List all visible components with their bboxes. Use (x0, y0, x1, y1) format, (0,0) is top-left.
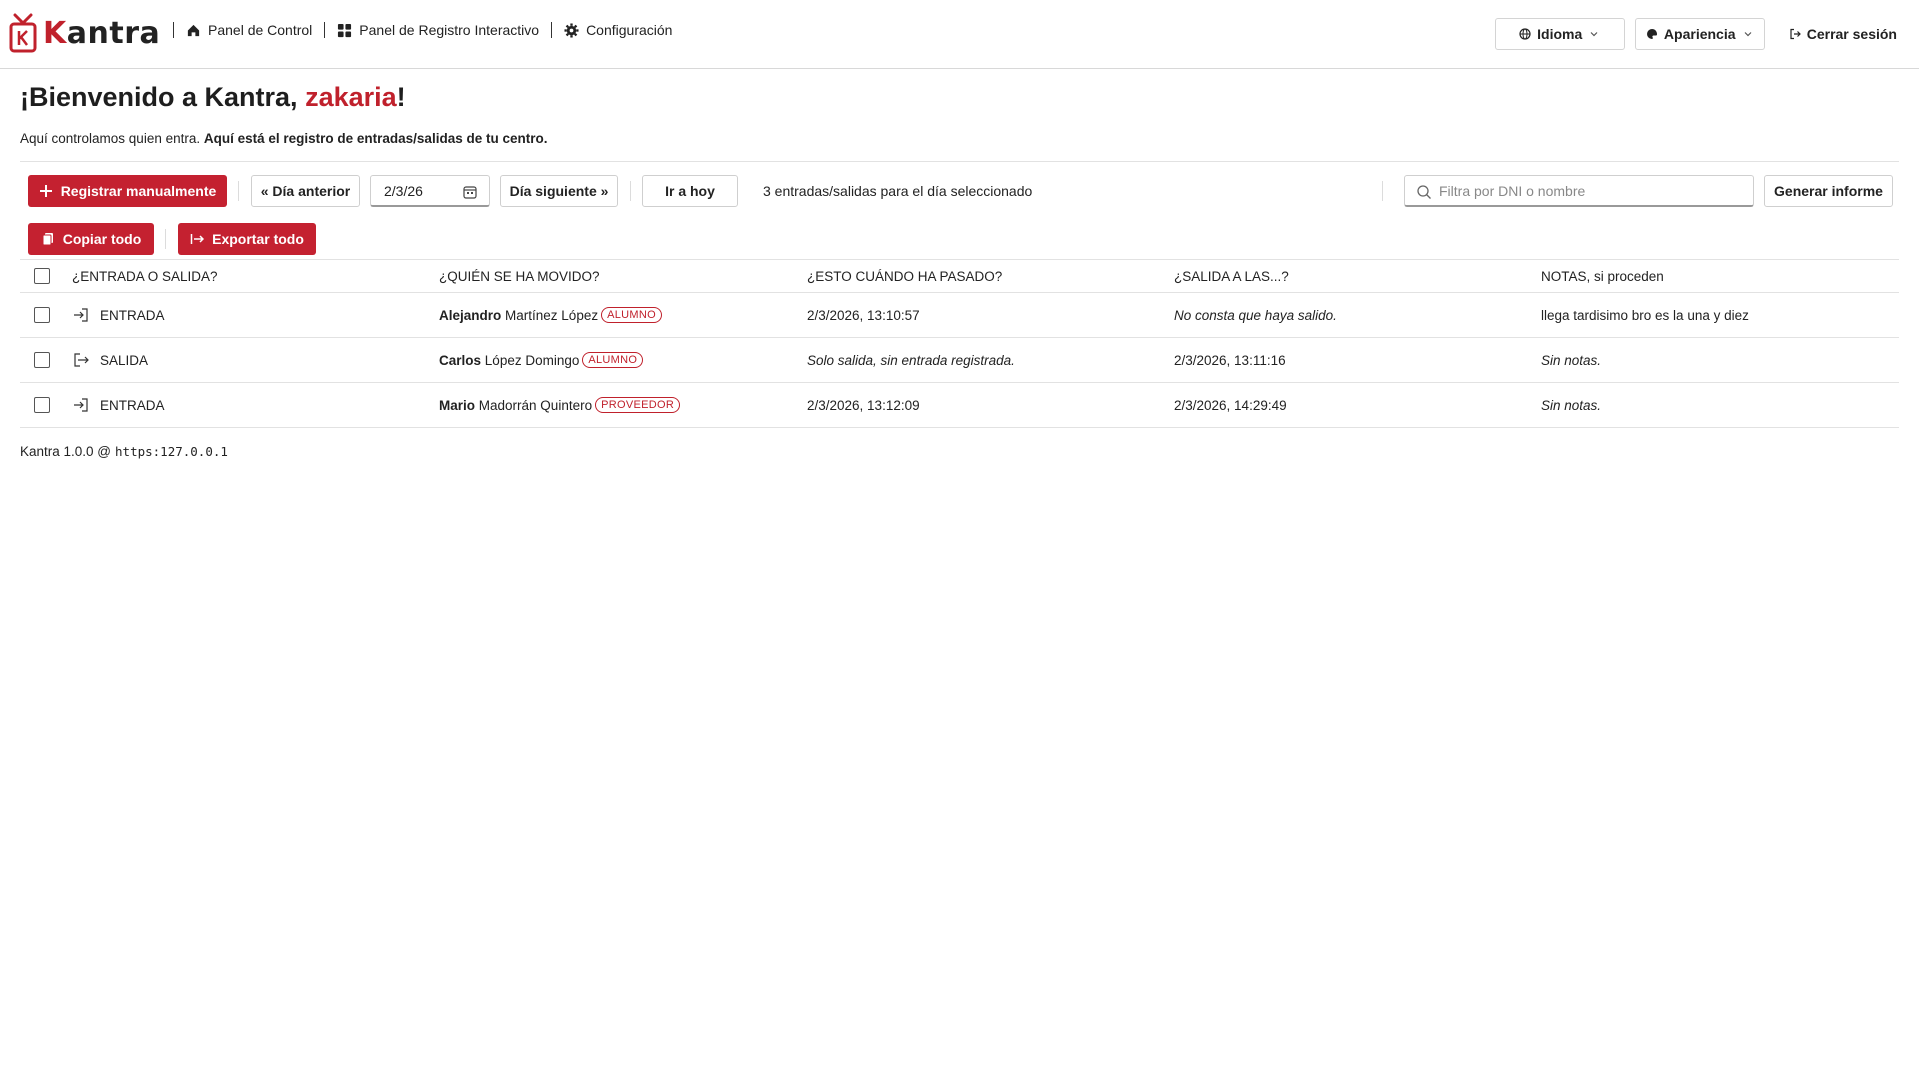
toolbar-separator (630, 181, 631, 201)
nav-separator (173, 22, 174, 38)
column-header-person[interactable]: ¿QUIÉN SE HA MOVIDO? (439, 260, 600, 292)
row-checkbox[interactable] (34, 397, 50, 413)
toolbar-separator (238, 181, 239, 201)
table-row[interactable]: ENTRADA Mario Madorrán Quintero PROVEEDO… (20, 383, 1899, 428)
exit-time: 2/3/2026, 13:11:16 (1174, 352, 1286, 368)
table-row[interactable]: SALIDA Carlos López Domingo ALUMNO Solo … (20, 338, 1899, 383)
plus-icon (39, 185, 52, 197)
main-nav: Panel de Control Panel de Registro Inter… (161, 22, 672, 38)
exit-time: No consta que haya salido. (1174, 307, 1337, 323)
row-checkbox[interactable] (34, 307, 50, 323)
chevron-down-icon (1590, 32, 1598, 37)
copy-all-button[interactable]: Copiar todo (28, 223, 154, 255)
generate-report-button[interactable]: Generar informe (1764, 175, 1893, 207)
logout-icon (1790, 28, 1801, 40)
top-right-actions: Idioma Apariencia Cerrar sesión (1494, 18, 1897, 50)
role-badge: ALUMNO (601, 307, 662, 323)
go-to-today-button[interactable]: Ir a hoy (642, 175, 738, 207)
appearance-dropdown[interactable]: Apariencia (1634, 18, 1765, 50)
chevron-down-icon (1744, 32, 1751, 37)
nav-separator (324, 22, 326, 38)
export-all-button[interactable]: Exportar todo (178, 223, 316, 255)
export-icon (190, 234, 205, 244)
exit-time: 2/3/2026, 14:29:49 (1174, 397, 1287, 413)
column-header-direction[interactable]: ¿ENTRADA O SALIDA? (72, 260, 218, 292)
direction-label: ENTRADA (100, 307, 165, 323)
toolbar-separator (165, 229, 166, 249)
exit-icon (74, 353, 89, 367)
column-header-exit[interactable]: ¿SALIDA A LAS...? (1174, 260, 1289, 292)
page-title: ¡Bienvenido a Kantra, zakaria! (20, 82, 406, 112)
search-icon (1417, 185, 1431, 199)
nav-item-interactive-log[interactable]: Panel de Registro Interactivo (337, 22, 539, 38)
brand-name: Kantra (43, 15, 161, 51)
next-day-button[interactable]: Día siguiente » (500, 175, 618, 207)
access-log-table: ¿ENTRADA O SALIDA? ¿QUIÉN SE HA MOVIDO? … (20, 259, 1899, 428)
entry-icon (74, 308, 88, 322)
nav-separator (551, 22, 553, 38)
entry-icon (74, 398, 88, 412)
toolbar-separator (1382, 181, 1383, 201)
table-header: ¿ENTRADA O SALIDA? ¿QUIÉN SE HA MOVIDO? … (20, 259, 1899, 293)
table-row[interactable]: ENTRADA Alejandro Martínez López ALUMNO … (20, 293, 1899, 338)
column-header-notes[interactable]: NOTAS, si proceden (1541, 260, 1664, 292)
direction-label: ENTRADA (100, 397, 165, 413)
grid-icon (338, 23, 352, 37)
username: zakaria (305, 82, 397, 112)
person-name[interactable]: Mario Madorrán Quintero PROVEEDOR (439, 383, 681, 427)
date-input[interactable]: 2/3/26 (370, 175, 490, 207)
top-navbar: Kantra Panel de Control Panel de Registr… (0, 0, 1919, 69)
gear-icon (564, 22, 579, 38)
direction-label: SALIDA (100, 352, 149, 368)
palette-icon (1646, 28, 1657, 39)
entry-time: 2/3/2026, 13:10:57 (807, 307, 920, 323)
copy-icon (42, 233, 53, 246)
brand[interactable]: Kantra (9, 13, 160, 53)
search-input[interactable]: Filtra por DNI o nombre (1404, 175, 1754, 207)
person-name[interactable]: Carlos López Domingo ALUMNO (439, 338, 644, 382)
entries-count: 3 entradas/salidas para el día seleccion… (763, 183, 1033, 199)
role-badge: ALUMNO (582, 352, 644, 368)
kantra-logo-icon (9, 13, 37, 53)
calendar-icon[interactable] (463, 185, 477, 199)
nav-item-dashboard[interactable]: Panel de Control (186, 22, 312, 38)
footer: Kantra 1.0.0 @ https:127.0.0.1 (20, 444, 228, 459)
notes: Sin notas. (1541, 397, 1602, 413)
row-checkbox[interactable] (34, 352, 50, 368)
previous-day-button[interactable]: « Día anterior (251, 175, 360, 207)
host-address: https:127.0.0.1 (115, 444, 228, 459)
register-manually-button[interactable]: Registrar manualmente (28, 175, 227, 207)
divider (20, 161, 1899, 162)
column-header-time[interactable]: ¿ESTO CUÁNDO HA PASADO? (807, 260, 1002, 292)
role-badge: PROVEEDOR (595, 397, 681, 413)
globe-icon (1519, 28, 1531, 40)
language-dropdown[interactable]: Idioma (1494, 18, 1625, 50)
version-text: Kantra 1.0.0 @ (20, 444, 112, 459)
entry-time: Solo salida, sin entrada registrada. (807, 352, 1015, 368)
home-icon (187, 24, 200, 36)
notes: Sin notas. (1541, 352, 1602, 368)
notes: llega tardisimo bro es la una y diez (1541, 307, 1749, 323)
logout-link[interactable]: Cerrar sesión (1789, 26, 1897, 42)
entry-time: 2/3/2026, 13:12:09 (807, 397, 920, 413)
nav-item-settings[interactable]: Configuración (564, 22, 672, 38)
page-subtitle: Aquí controlamos quien entra. Aquí está … (20, 131, 548, 146)
person-name[interactable]: Alejandro Martínez López ALUMNO (439, 293, 662, 337)
select-all-checkbox[interactable] (34, 268, 50, 284)
